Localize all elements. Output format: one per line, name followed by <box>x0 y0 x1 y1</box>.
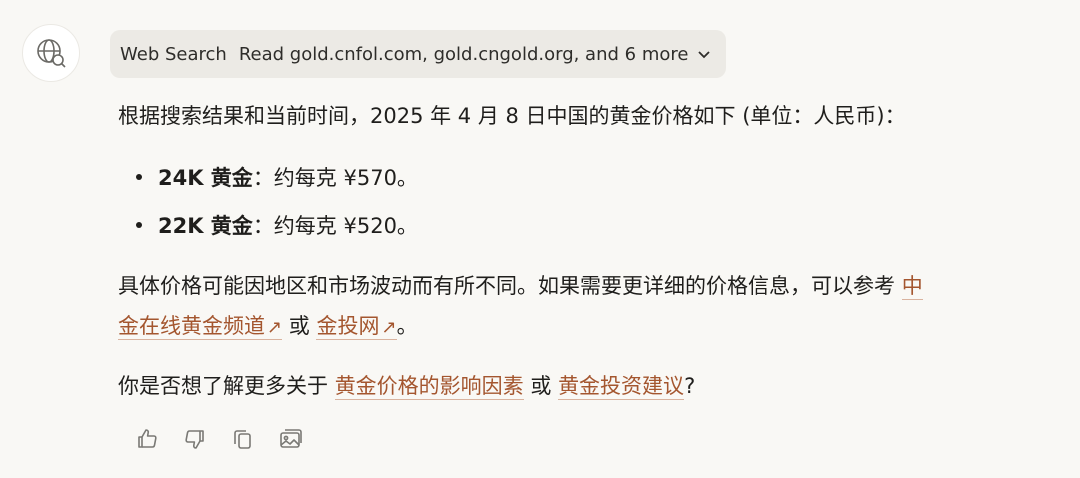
answer-paragraph: 具体价格可能因地区和市场波动而有所不同。如果需要更详细的价格信息，可以参考 中 <box>118 272 923 300</box>
bullet-text: ：约每克 ¥520。 <box>252 214 418 238</box>
followup-link-advice[interactable]: 黄金投资建议 <box>558 374 685 400</box>
copy-icon[interactable] <box>230 426 256 452</box>
bullet-bold: 24K 黄金 <box>158 166 253 190</box>
link-cnfol-text: 金在线黄金频道 <box>118 314 265 338</box>
web-search-label: Web Search <box>120 43 227 65</box>
bullet-text: ：约每克 ¥570。 <box>252 166 418 190</box>
paragraph-text: 具体价格可能因地区和市场波动而有所不同。如果需要更详细的价格信息，可以参考 <box>118 274 895 298</box>
message-actions <box>134 426 304 452</box>
bullet-dot <box>136 174 142 180</box>
chevron-down-icon[interactable] <box>696 46 712 62</box>
thumbs-down-icon[interactable] <box>182 426 208 452</box>
external-link-icon: ↗ <box>267 317 283 338</box>
list-item: 24K 黄金：约每克 ¥570。 <box>136 164 418 192</box>
globe-search-icon <box>37 39 66 68</box>
followup-question: 你是否想了解更多关于 黄金价格的影响因素 或 黄金投资建议? <box>118 372 695 400</box>
period-text: 。 <box>396 314 418 338</box>
answer-paragraph-continued: 金在线黄金频道 ↗ 或 金投网 ↗。 <box>118 312 418 342</box>
avatar <box>22 24 80 82</box>
image-icon[interactable] <box>278 426 304 452</box>
or-text: 或 <box>288 314 310 338</box>
link-cnfol-part1[interactable]: 中 <box>901 274 923 300</box>
link-cngold-text: 金投网 <box>316 314 380 338</box>
thumbs-up-icon[interactable] <box>134 426 160 452</box>
list-item: 22K 黄金：约每克 ¥520。 <box>136 212 418 240</box>
bullet-dot <box>136 222 142 228</box>
answer-intro: 根据搜索结果和当前时间，2025 年 4 月 8 日中国的黄金价格如下 (单位：… <box>118 104 906 128</box>
web-search-detail: Read gold.cnfol.com, gold.cngold.org, an… <box>238 43 689 65</box>
link-cnfol[interactable]: 金在线黄金频道 ↗ <box>118 314 283 340</box>
web-search-pill[interactable]: Web Search Read gold.cnfol.com, gold.cng… <box>110 30 727 78</box>
or-text: 或 <box>530 374 552 398</box>
question-suffix: ? <box>684 374 696 398</box>
external-link-icon: ↗ <box>381 317 397 338</box>
link-cngold[interactable]: 金投网 ↗ <box>316 314 397 340</box>
followup-link-factors[interactable]: 黄金价格的影响因素 <box>334 374 524 400</box>
bullet-bold: 22K 黄金 <box>158 214 253 238</box>
question-prefix: 你是否想了解更多关于 <box>118 374 328 398</box>
